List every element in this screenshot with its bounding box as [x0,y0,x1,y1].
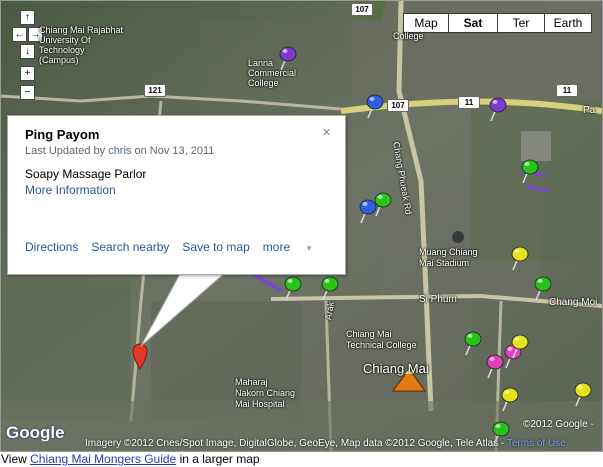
road-shield-107-north: 107 [351,3,373,16]
footer-prefix: View [1,452,27,466]
label-chang-moi: Chang Moi [549,297,598,308]
label-chiang-mai: Chiang Mai [363,361,429,376]
copyright-text: ©2012 Google - [523,419,594,430]
more-information-link[interactable]: More Information [25,183,116,197]
directions-link[interactable]: Directions [25,240,78,254]
pan-down-button[interactable]: ↓ [20,44,35,59]
zoom-out-button[interactable]: − [20,85,35,100]
imagery-credit-text: Imagery ©2012 Cnes/Spot Image, DigitalGl… [85,438,505,449]
map-type-earth-button[interactable]: Earth [544,13,592,33]
save-to-map-link[interactable]: Save to map [182,240,249,254]
label-college-top: College [393,31,424,41]
place-title: Ping Payom [25,127,100,142]
more-label: more [262,240,291,254]
pan-left-button[interactable]: ← [12,27,27,42]
label-pa: Pa [583,105,596,116]
larger-map-link[interactable]: Chiang Mai Mongers Guide [30,452,176,466]
updated-prefix: Last Updated by [25,145,106,157]
label-stadium: Muang Chiang Mai Stadium [419,247,478,268]
place-description: Soapy Massage Parlor [25,167,147,181]
updated-date: on Nov 13, 2011 [134,145,215,157]
author-link[interactable]: chris [108,145,131,157]
close-icon[interactable]: × [322,124,331,141]
search-nearby-link[interactable]: Search nearby [91,240,169,254]
map-type-satellite-button[interactable]: Sat [448,13,498,33]
label-si-phum: Si Phum [419,294,457,305]
imagery-credit: Imagery ©2012 Cnes/Spot Image, DigitalGl… [85,438,566,449]
map-frame[interactable]: Map Sat Ter Earth ↑ ← → ↓ + − Chiang Mai… [0,0,603,452]
footer: View Chiang Mai Mongers Guide in a large… [1,452,260,466]
label-technical-college: Chiang Mai Technical College [346,329,417,350]
road-shield-11: 11 [458,96,480,109]
google-logo[interactable]: Google [6,423,65,443]
road-shield-121: 121 [144,84,166,97]
label-university: Chiang Mai Rajabhat University Of Techno… [39,25,124,65]
footer-suffix: in a larger map [179,452,260,466]
map-type-map-button[interactable]: Map [403,13,449,33]
info-actions: Directions Search nearby Save to map more ▼ [25,240,339,254]
label-lanna-college: Lanna Commercial College [248,58,297,88]
last-updated: Last Updated by chris on Nov 13, 2011 [25,145,214,157]
road-shield-107: 107 [387,99,409,112]
map-type-terrain-button[interactable]: Ter [497,13,545,33]
stadium-icon [452,231,464,243]
terms-of-use-link[interactable]: Terms of Use [507,438,566,449]
zoom-in-button[interactable]: + [20,66,35,81]
pan-up-button[interactable]: ↑ [20,10,35,25]
chevron-down-icon: ▼ [305,244,314,253]
road-shield-11-east: 11 [556,84,578,97]
label-maharaj-hospital: Maharaj Nakorn Chiang Mai Hospital [235,377,296,409]
info-window: × Ping Payom Last Updated by chris on No… [7,115,346,275]
more-dropdown[interactable]: more ▼ [263,240,326,254]
